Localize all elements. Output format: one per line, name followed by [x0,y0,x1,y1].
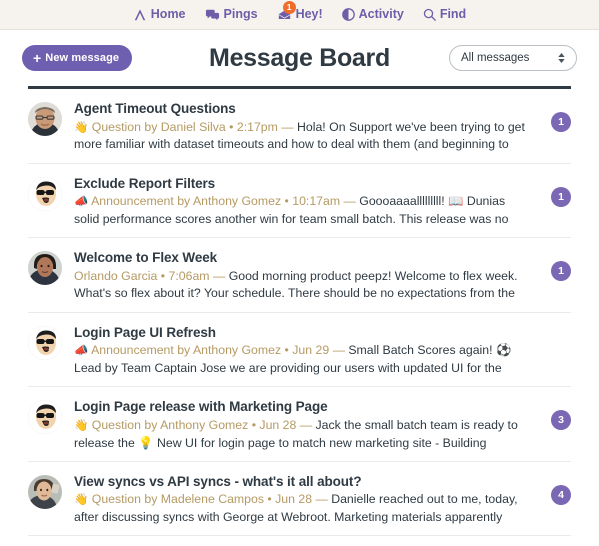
message-list: Agent Timeout Questions 👋 Question by Da… [0,89,599,546]
message-meta: Question by Madelene Campos • Jun 28 [91,492,313,507]
message-type-emoji: 📣 [74,345,89,358]
avatar [28,102,62,136]
message-title: Exclude Report Filters [74,175,216,191]
message-content: Welcome to Flex Week Orlando Garcia • 7:… [74,249,533,301]
message-meta: Orlando Garcia • 7:06am [74,268,210,283]
message-row[interactable]: Welcome to Flex Week Orlando Garcia • 7:… [28,238,571,313]
message-separator: — [340,194,360,209]
message-count-badge: 3 [551,410,571,431]
avatar [28,474,62,509]
message-title: Login Page release with Marketing Page [74,399,328,415]
avatar [28,176,62,211]
message-type-emoji: 👋 [74,494,89,507]
message-title: View syncs vs API syncs - what's it all … [74,473,362,489]
nav-item-find[interactable]: Find [423,8,466,21]
avatar [28,400,62,435]
new-message-label: New message [45,52,120,64]
message-row[interactable]: Exclude Report Filters 📣 Announcement by… [28,164,571,239]
nav-item-activity[interactable]: Activity [341,7,404,22]
message-row[interactable]: View syncs vs API syncs - what's it all … [28,462,571,537]
message-count-badge: 1 [551,186,571,207]
plus-icon: + [33,49,42,66]
page-header: + New message Message Board All messages [0,30,599,86]
message-title: Welcome to Flex Week [74,250,218,266]
home-icon [133,8,147,22]
nav-item-pings[interactable]: Pings [205,8,258,22]
search-icon [423,8,436,21]
message-filter-select[interactable]: All messages [449,45,577,71]
nav-item-home[interactable]: Home [133,8,186,22]
message-separator: — [329,343,349,358]
message-type-emoji: 👋 [74,419,89,432]
message-type-emoji: 📣 [74,196,89,209]
top-navigation: Home Pings 1 Hey! Activity Find [0,0,599,30]
message-excerpt: 👋 Question by Anthony Gomez • Jun 28 — J… [74,417,533,451]
message-count-badge: 4 [551,484,571,505]
message-row[interactable]: Django Learning Resource 📣 Announcement … [28,536,571,546]
nav-label-hey: Hey! [295,7,323,22]
message-separator: — [277,119,298,134]
message-meta: Question by Anthony Gomez • Jun 28 [91,417,297,432]
message-content: Agent Timeout Questions 👋 Question by Da… [74,100,533,153]
message-separator: — [209,268,229,283]
message-separator: — [312,492,332,507]
message-row[interactable]: Login Page UI Refresh 📣 Announcement by … [28,313,571,388]
message-content: Login Page UI Refresh 📣 Announcement by … [74,324,533,377]
message-count-badge: 1 [551,261,571,282]
message-excerpt: 📣 Announcement by Anthony Gomez • 10:17a… [74,193,533,227]
message-excerpt: 👋 Question by Daniel Silva • 2:17pm — Ho… [74,119,533,153]
message-row[interactable]: Agent Timeout Questions 👋 Question by Da… [28,89,571,164]
chevron-updown-icon [558,53,565,63]
message-excerpt: 📣 Announcement by Anthony Gomez • Jun 29… [74,342,533,376]
message-title: Login Page UI Refresh [74,324,216,340]
message-content: Login Page release with Marketing Page 👋… [74,398,533,451]
message-meta: Announcement by Anthony Gomez • 10:17am [91,194,341,209]
nav-label-pings: Pings [223,7,258,22]
message-content: Exclude Report Filters 📣 Announcement by… [74,175,533,228]
activity-icon [341,8,355,21]
message-content: View syncs vs API syncs - what's it all … [74,473,533,526]
nav-item-hey[interactable]: 1 Hey! [277,0,323,22]
hey-notification-badge: 1 [282,0,296,14]
message-title: Agent Timeout Questions [74,101,236,116]
nav-label-home: Home [150,7,186,22]
message-separator: — [296,417,316,432]
avatar [28,251,62,286]
message-type-emoji: 👋 [74,121,89,134]
message-meta: Announcement by Anthony Gomez • Jun 29 [91,343,330,358]
nav-label-activity: Activity [358,7,404,22]
new-message-button[interactable]: + New message [22,45,133,71]
message-count-badge: 1 [551,112,571,132]
pings-icon [205,8,220,22]
avatar [28,325,62,360]
message-filter-value: All messages [461,52,530,64]
nav-label-find: Find [439,7,467,22]
message-meta: Question by Daniel Silva • 2:17pm [91,119,278,134]
message-excerpt: 👋 Question by Madelene Campos • Jun 28 —… [74,491,533,525]
message-excerpt: Orlando Garcia • 7:06am — Good morning p… [74,268,533,302]
message-row[interactable]: Login Page release with Marketing Page 👋… [28,387,571,462]
